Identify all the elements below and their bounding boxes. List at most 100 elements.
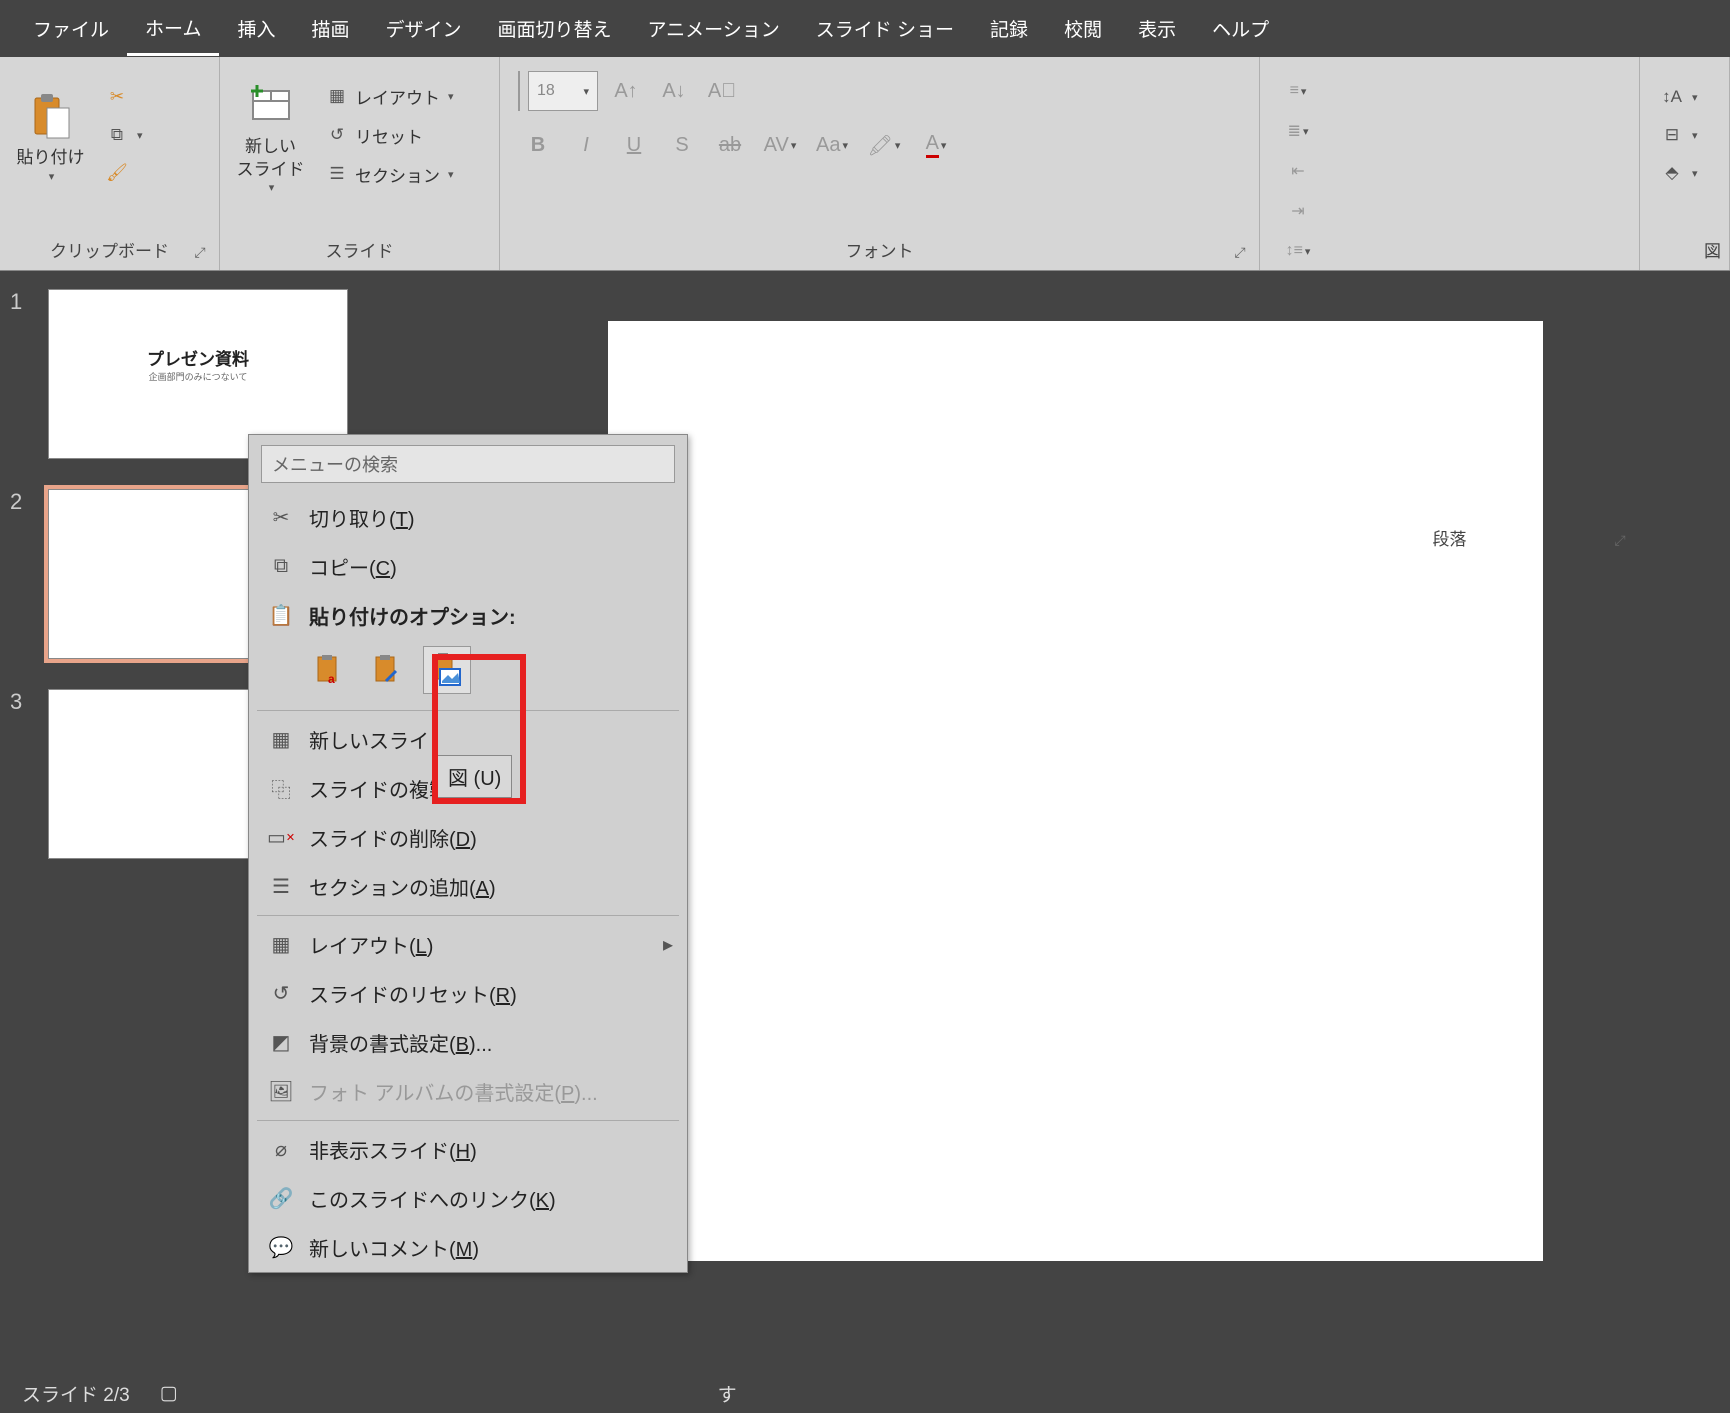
tab-review[interactable]: 校閲 [1046,3,1120,54]
format-painter-button[interactable]: 🖌 [97,157,151,189]
ctx-layout[interactable]: ▦ レイアウト(L) ▸ [249,920,687,969]
line-spacing-button[interactable]: ↕≡▾ [1278,231,1318,271]
ctx-delete-label: スライドの削除(D) [309,823,477,852]
tab-design[interactable]: デザイン [367,3,479,54]
delete-slide-icon: ▭✕ [267,824,295,852]
tab-slideshow[interactable]: スライド ショー [798,3,972,54]
ctx-format-background[interactable]: ◩ 背景の書式設定(B)... [249,1018,687,1067]
tab-view[interactable]: 表示 [1120,3,1194,54]
bold-button[interactable]: B [518,125,558,165]
bullets-button[interactable]: ≡▾ [1278,71,1318,111]
chevron-down-icon: ▾ [895,139,901,152]
paste-keep-source-button[interactable]: a [307,646,355,694]
paste-use-dest-button[interactable] [365,646,413,694]
ctx-delete-slide[interactable]: ▭✕ スライドの削除(D) [249,813,687,862]
chevron-down-icon: ▾ [1305,245,1311,258]
svg-text:a: a [328,672,335,686]
ctx-photo-album-label: フォト アルバムの書式設定(P)... [309,1077,598,1106]
thumb-subtitle: 企画部門のみにつないて [49,370,347,383]
ctx-copy[interactable]: ⧉ コピー(C) [249,542,687,591]
notes-icon[interactable]: ▢ [160,1382,178,1405]
tab-record[interactable]: 記録 [972,3,1046,54]
section-icon: ☰ [267,873,295,901]
ctx-add-section[interactable]: ☰ セクションの追加(A) [249,862,687,911]
increase-indent-button[interactable]: ⇥ [1278,191,1318,231]
ctx-new-comment[interactable]: 💬 新しいコメント(M) [249,1223,687,1272]
ribbon-group-label: 段落⤢ [1268,521,1631,554]
ctx-cut[interactable]: ✂ 切り取り(T) [249,493,687,542]
char-spacing-button[interactable]: AV▾ [758,125,802,165]
copy-icon: ⧉ [105,123,129,147]
change-case-button[interactable]: Aa▾ [810,125,854,165]
decrease-indent-button[interactable]: ⇤ [1278,151,1318,191]
shadow-button[interactable]: S [662,125,702,165]
comment-icon: 💬 [267,1234,295,1262]
dialog-launcher-icon[interactable]: ⤢ [1611,532,1629,550]
tab-draw[interactable]: 描画 [293,3,367,54]
align-text-button[interactable]: ⊟▾ [1652,119,1717,151]
clear-formatting-button[interactable]: A⃠ [702,71,742,111]
new-slide-button[interactable]: 新しい スライド ▾ [228,65,313,205]
smartart-button[interactable]: ⬘▾ [1652,157,1717,189]
menu-search-input[interactable]: メニューの検索 [261,445,675,483]
layout-button[interactable]: ▦レイアウト▾ [317,80,462,113]
ribbon-group-label: フォント⤢ [508,233,1251,266]
numbering-button[interactable]: ≣▾ [1278,111,1318,151]
dialog-launcher-icon[interactable]: ⤢ [1231,244,1249,262]
ribbon-group-label: スライド [228,233,491,266]
cut-button[interactable]: ✂ [97,81,151,113]
chevron-down-icon: ▾ [1692,167,1698,180]
chevron-down-icon: ▾ [1303,125,1309,138]
tab-insert[interactable]: 挿入 [219,3,293,54]
strikethrough-button[interactable]: ab [710,125,750,165]
reset-icon: ↺ [325,123,349,147]
context-menu: メニューの検索 ✂ 切り取り(T) ⧉ コピー(C) 📋 貼り付けのオプション:… [248,434,688,1273]
thumb-title: プレゼン資料 [49,290,347,370]
ctx-format-bg-label: 背景の書式設定(B)... [309,1028,492,1057]
new-slide-label: 新しい スライド [237,136,305,180]
increase-font-button[interactable]: A↑ [606,71,646,111]
ctx-hide-slide-label: 非表示スライド(H) [309,1135,477,1164]
section-button[interactable]: ☰セクション▾ [317,158,462,191]
chevron-down-icon: ▾ [137,129,143,142]
link-icon: 🔗 [267,1185,295,1213]
paste-button[interactable]: 貼り付け ▾ [8,65,93,205]
paintbrush-icon: 🖌 [105,161,129,185]
font-name-combo[interactable] [518,71,520,111]
tab-transitions[interactable]: 画面切り替え [480,3,630,54]
hide-slide-icon: ⌀ [267,1136,295,1164]
ribbon-group-partial: ↕A▾ ⊟▾ ⬘▾ 図 [1640,57,1730,270]
underline-button[interactable]: U [614,125,654,165]
ctx-layout-label: レイアウト(L) [309,930,433,959]
italic-button[interactable]: I [566,125,606,165]
chevron-down-icon: ▾ [49,170,55,183]
tab-help[interactable]: ヘルプ [1194,3,1287,54]
ctx-link-to-slide[interactable]: 🔗 このスライドへのリンク(K) [249,1174,687,1223]
reset-button[interactable]: ↺リセット [317,119,462,152]
font-size-combo[interactable]: 18▾ [528,71,598,111]
chevron-right-icon: ▸ [663,932,673,957]
tab-animations[interactable]: アニメーション [630,3,798,54]
ctx-hide-slide[interactable]: ⌀ 非表示スライド(H) [249,1125,687,1174]
ctx-reset-slide[interactable]: ↺ スライドのリセット(R) [249,969,687,1018]
separator [257,1120,679,1121]
annotation-highlight-box [432,654,526,804]
decrease-font-button[interactable]: A↓ [654,71,694,111]
scissors-icon: ✂ [267,504,295,532]
ctx-paste-options-label: 貼り付けのオプション: [309,601,516,630]
highlight-button[interactable]: 🖍▾ [862,125,906,165]
tab-file[interactable]: ファイル [15,3,127,54]
chevron-down-icon: ▾ [583,85,589,98]
ctx-paste-header: 📋 貼り付けのオプション: [249,591,687,640]
chevron-down-icon: ▾ [1692,91,1698,104]
thumb-number: 1 [10,289,34,459]
font-color-button[interactable]: A▾ [914,125,958,165]
dialog-launcher-icon[interactable]: ⤢ [191,244,209,262]
status-suffix: す [718,1380,737,1407]
text-direction-button[interactable]: ↕A▾ [1652,81,1717,113]
tab-home[interactable]: ホーム [127,2,219,56]
copy-button[interactable]: ⧉▾ [97,119,151,151]
chevron-down-icon: ▾ [842,139,848,152]
slide-canvas[interactable] [608,321,1543,1261]
ribbon: 貼り付け ▾ ✂ ⧉▾ 🖌 クリップボード⤢ 新しい スライド ▾ ▦レイアウト… [0,57,1730,271]
